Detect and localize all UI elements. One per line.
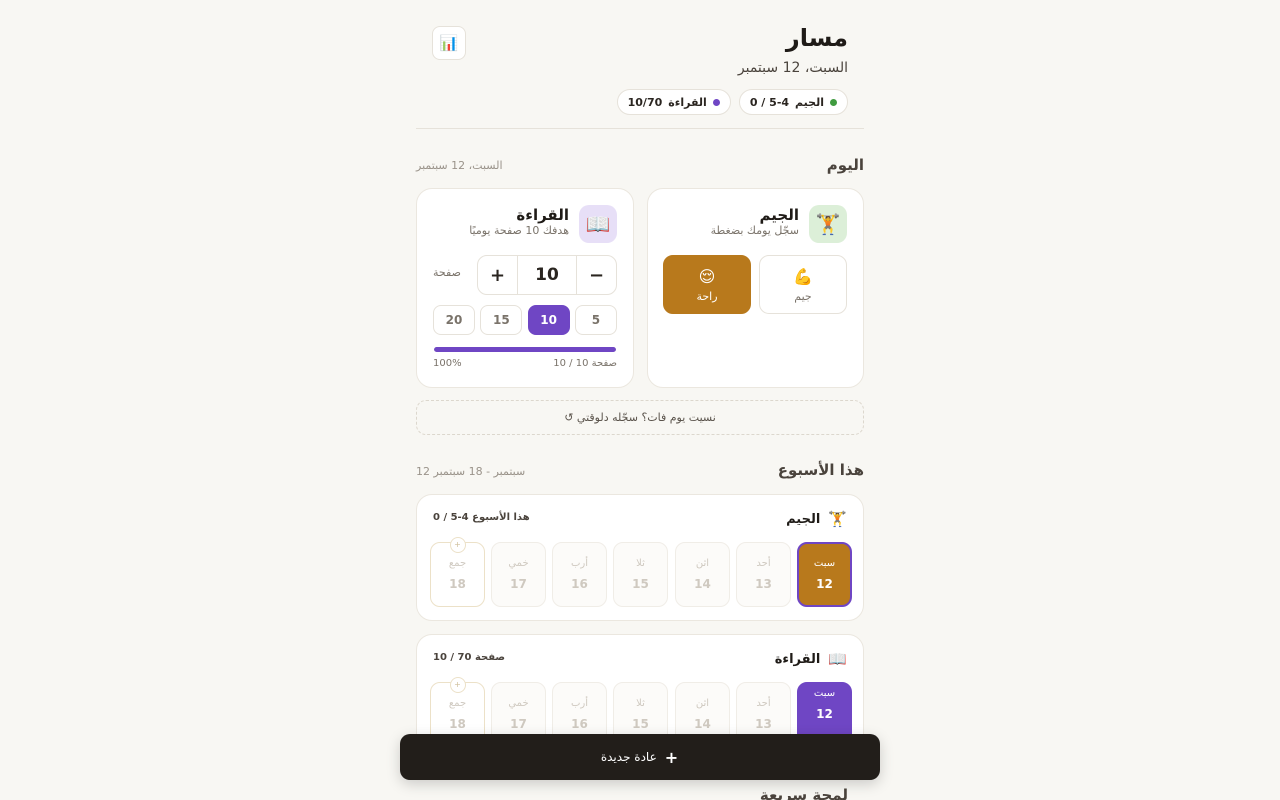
gym-day-sun[interactable]: أحد 13 [736,542,791,607]
pages-unit: صفحة [433,266,461,279]
gym-day-wed[interactable]: أرب 16 [552,542,607,607]
add-mark: + [449,537,466,553]
reading-dot [712,98,720,106]
dumbbell-icon: 🏋️ [809,205,847,243]
gym-week-progress: 0 / 5-4 هذا الأسبوع [433,512,530,523]
day-number: 14 [694,577,711,591]
pill-gym-value: 0 / 5-4 [749,95,790,109]
chart-icon: 📊 [439,34,459,52]
gym-day-sat[interactable]: سبت 12 [797,542,852,607]
day-name: ثلا [636,698,645,709]
gym-desc: سجّل يومك بضغطة [710,224,799,237]
day-number: 15 [632,717,649,731]
relieved-face-icon: 😌 [698,266,716,286]
reading-progress-bar [434,347,616,352]
day-number: 17 [510,577,527,591]
pill-reading-name: القراءة [668,95,707,109]
pages-value[interactable]: 10 [517,256,577,294]
header-divider [416,128,864,129]
summary-pills: الجيم 0 / 5-4 القراءة 10/70 [616,89,848,115]
pill-reading[interactable]: القراءة 10/70 [616,89,731,115]
day-name: اثن [695,558,710,569]
preset-5-button[interactable]: 5 [574,305,617,335]
day-number: 12 [816,577,833,591]
header-date: السبت، 12 سبتمبر [737,60,848,76]
gym-day-thu[interactable]: خمي 17 [491,542,546,607]
pill-reading-value: 10/70 [627,95,663,109]
day-number: 18 [449,717,466,731]
day-name: أرب [570,558,589,569]
preset-10-button[interactable]: 10 [527,305,570,335]
backfill-button[interactable]: ↺ نسيت يوم فات؟ سجّله دلوقتي [416,400,864,435]
day-number: 13 [755,577,772,591]
pages-stepper: + 10 − [477,255,617,295]
add-mark: + [449,677,466,693]
book-icon: 📖 [828,650,847,668]
reading-desc: هدفك 10 صفحة يوميًا [469,224,569,237]
day-name: خمي [508,698,529,709]
day-number: 18 [449,577,466,591]
day-number: 12 [816,707,833,721]
day-number: 13 [755,717,772,731]
plus-icon: + [664,747,680,767]
day-name: خمي [508,558,529,569]
day-number: 14 [694,717,711,731]
stats-button[interactable]: 📊 [432,26,466,60]
preset-buttons: 5 10 15 20 [433,305,617,335]
rest-option-label: راحة [696,289,718,303]
reading-name: القراءة [516,206,569,224]
week-title: هذا الأسبوع [777,461,864,479]
book-icon: 📖 [579,205,617,243]
day-name: جمع [448,558,467,569]
pill-gym-name: الجيم [795,95,824,109]
reading-progress-percent: 100% [433,358,462,369]
gym-card: 🏋️ الجيم سجّل يومك بضغطة 💪 جيم 😌 راحة [647,188,864,388]
week-range: 12 سبتمبر - 18 سبتمبر [416,465,526,478]
reading-week-name: 📖 القراءة [775,650,847,668]
day-name: أرب [570,698,589,709]
reading-week-label: القراءة [774,651,821,667]
reading-progress-text: 10 / 10 صفحة [553,358,617,369]
gym-option-button[interactable]: 💪 جيم [759,255,847,314]
day-name: ثلا [636,558,645,569]
today-date: السبت، 12 سبتمبر [416,159,503,172]
increment-button[interactable]: + [478,256,517,294]
preset-15-button[interactable]: 15 [480,305,523,335]
gym-day-tue[interactable]: ثلا 15 [613,542,668,607]
reading-week-progress: 10 / 70 صفحة [433,652,506,663]
day-name: أحد [756,698,771,709]
day-name: أحد [756,558,771,569]
decrement-button[interactable]: − [577,256,616,294]
flexed-biceps-icon: 💪 [793,266,813,286]
day-name: جمع [448,698,467,709]
day-name: سبت [813,558,836,569]
day-name: سبت [813,688,836,699]
reading-progress-fill [434,347,616,352]
preset-20-button[interactable]: 20 [433,305,475,335]
gym-week-days: سبت 12 أحد 13 اثن 14 ثلا 15 أرب 16 خمي 17 + جمع… [429,537,852,608]
gym-name: الجيم [759,206,799,224]
pill-gym[interactable]: الجيم 0 / 5-4 [738,89,848,115]
gym-week-name: 🏋️ الجيم [786,510,847,528]
new-habit-button[interactable]: عادة جديدة + [400,734,880,780]
day-number: 16 [571,577,588,591]
today-title: اليوم [826,156,864,174]
reading-card: 📖 القراءة هدفك 10 صفحة يوميًا + 10 − صفح… [416,188,634,388]
gym-week-card: 🏋️ الجيم 0 / 5-4 هذا الأسبوع سبت 12 أحد 13… [416,494,864,621]
day-name: اثن [695,698,710,709]
quick-look-title: لمحة سريعة [759,786,848,800]
gym-week-label: الجيم [786,511,821,527]
day-number: 15 [632,577,649,591]
app-title: مسار [785,24,848,52]
new-habit-label: عادة جديدة [600,750,657,764]
day-number: 17 [510,717,527,731]
gym-dot [830,98,837,106]
rest-option-button[interactable]: 😌 راحة [663,255,751,314]
gym-day-mon[interactable]: اثن 14 [675,542,730,607]
gym-day-fri[interactable]: + جمع 18 [430,537,485,607]
day-number: 16 [571,717,588,731]
gym-option-label: جيم [794,289,812,303]
dumbbell-icon: 🏋️ [828,510,847,528]
